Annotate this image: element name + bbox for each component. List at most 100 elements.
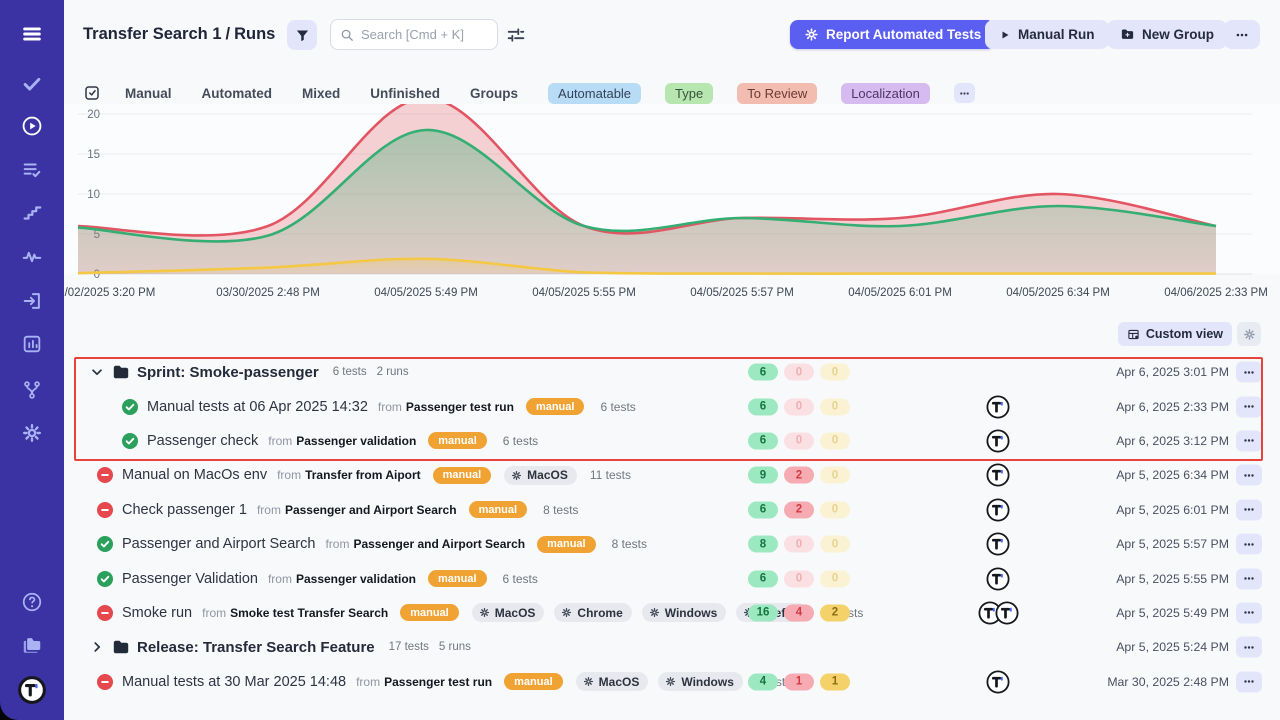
row-more-button[interactable] bbox=[1236, 637, 1262, 658]
filter-tabs-row: Manual Automated Mixed Unfinished Groups Auto… bbox=[83, 81, 975, 105]
sidebar-item-projects[interactable] bbox=[21, 634, 43, 656]
row-more-button[interactable] bbox=[1236, 671, 1262, 692]
sidebar-item-settings[interactable] bbox=[21, 422, 43, 444]
manual-badge: manual bbox=[400, 604, 459, 621]
tab-manual[interactable]: Manual bbox=[125, 86, 172, 101]
source-suite-link[interactable]: Passenger and Airport Search bbox=[285, 503, 457, 517]
run-row[interactable]: Manual tests at 06 Apr 2025 14:32fromPas… bbox=[64, 389, 1280, 423]
row-more-button[interactable] bbox=[1236, 602, 1262, 623]
sidebar-item-tests[interactable] bbox=[21, 73, 43, 95]
funnel-icon bbox=[295, 28, 310, 43]
source-suite-link[interactable]: Transfer from Aiport bbox=[305, 468, 421, 482]
env-chip-macos: MacOS bbox=[504, 466, 577, 485]
sidebar-item-pulse[interactable] bbox=[21, 246, 43, 268]
folder-icon bbox=[112, 638, 130, 656]
sidebar-item-menu[interactable] bbox=[21, 23, 43, 45]
result-counts: 600 bbox=[748, 398, 850, 415]
chevron-right-icon[interactable] bbox=[90, 640, 104, 654]
tab-automated[interactable]: Automated bbox=[202, 86, 273, 101]
run-row[interactable]: Passenger ValidationfromPassenger valida… bbox=[64, 561, 1280, 595]
more-filters-button[interactable] bbox=[954, 83, 975, 103]
env-chip-windows: Windows bbox=[642, 603, 727, 622]
folder-plus-icon bbox=[1120, 27, 1135, 42]
ellipsis-icon bbox=[1243, 401, 1255, 413]
sidebar-item-branches[interactable] bbox=[21, 379, 43, 401]
custom-view-button[interactable]: Custom view bbox=[1118, 322, 1232, 346]
sidebar-item-help[interactable] bbox=[21, 591, 43, 613]
filter-chip-localization[interactable]: Localization bbox=[841, 83, 930, 104]
source-suite-link[interactable]: Passenger test run bbox=[384, 675, 492, 689]
run-row[interactable]: Passenger checkfromPassenger validationm… bbox=[64, 424, 1280, 458]
sidebar-item-analytics[interactable] bbox=[21, 333, 43, 355]
row-more-button[interactable] bbox=[1236, 362, 1262, 383]
source-suite-link[interactable]: Passenger validation bbox=[296, 434, 416, 448]
failed-count-pill: 0 bbox=[784, 364, 814, 381]
source-suite-link[interactable]: Smoke test Transfer Search bbox=[230, 606, 388, 620]
sidebar-item-steps[interactable] bbox=[21, 202, 43, 224]
run-date: Apr 5, 2025 6:01 PM bbox=[1116, 503, 1229, 517]
search-input[interactable] bbox=[361, 27, 488, 42]
result-counts: 800 bbox=[748, 536, 850, 553]
filter-chip-type[interactable]: Type bbox=[665, 83, 713, 104]
view-settings-button[interactable] bbox=[505, 24, 527, 46]
header-more-button[interactable] bbox=[1224, 20, 1260, 49]
manual-badge: manual bbox=[469, 501, 528, 518]
list-settings-button[interactable] bbox=[1237, 322, 1261, 346]
row-lead: Sprint: Smoke-passenger6 tests2 runs bbox=[64, 363, 419, 381]
filter-button[interactable] bbox=[287, 20, 317, 50]
source-suite-link[interactable]: Passenger validation bbox=[296, 572, 416, 586]
chart-x-tick: /02/2025 3:20 PM bbox=[64, 287, 175, 299]
skipped-count-pill: 1 bbox=[820, 673, 850, 690]
manual-badge: manual bbox=[428, 432, 487, 449]
search-icon bbox=[340, 28, 354, 42]
run-row[interactable]: Smoke runfromSmoke test Transfer Searchm… bbox=[64, 596, 1280, 630]
filter-chip-automatable[interactable]: Automatable bbox=[548, 83, 641, 104]
avatar bbox=[986, 498, 1010, 522]
row-more-button[interactable] bbox=[1236, 499, 1262, 520]
sidebar-item-test-plans[interactable] bbox=[21, 159, 43, 181]
avatar bbox=[986, 670, 1010, 694]
run-row[interactable]: Check passenger 1fromPassenger and Airpo… bbox=[64, 493, 1280, 527]
tab-unfinished[interactable]: Unfinished bbox=[370, 86, 440, 101]
source-suite-link[interactable]: Passenger and Airport Search bbox=[353, 537, 525, 551]
projects-icon bbox=[21, 634, 43, 656]
chevron-down-icon[interactable] bbox=[90, 365, 104, 379]
assignee-avatars bbox=[970, 670, 1026, 694]
ellipsis-icon bbox=[1243, 435, 1255, 447]
tab-mixed[interactable]: Mixed bbox=[302, 86, 340, 101]
group-meta: 17 tests bbox=[389, 641, 429, 653]
run-date: Apr 6, 2025 3:12 PM bbox=[1116, 434, 1229, 448]
row-more-button[interactable] bbox=[1236, 396, 1262, 417]
run-row[interactable]: Passenger and Airport SearchfromPassenge… bbox=[64, 527, 1280, 561]
ellipsis-icon bbox=[1243, 469, 1255, 481]
env-chip-macos: MacOS bbox=[576, 672, 649, 691]
sidebar-item-import[interactable] bbox=[21, 290, 43, 312]
result-counts: 600 bbox=[748, 570, 850, 587]
row-more-button[interactable] bbox=[1236, 568, 1262, 589]
gear-icon bbox=[649, 607, 660, 618]
group-row[interactable]: Release: Transfer Search Feature17 tests… bbox=[64, 630, 1280, 664]
sidebar-item-runs[interactable] bbox=[21, 115, 43, 137]
gear-icon bbox=[665, 676, 676, 687]
row-more-button[interactable] bbox=[1236, 430, 1262, 451]
source-suite-link[interactable]: Passenger test run bbox=[406, 400, 514, 414]
failed-count-pill: 2 bbox=[784, 467, 814, 484]
filter-chip-to-review[interactable]: To Review bbox=[737, 83, 817, 104]
manual-run-button[interactable]: Manual Run bbox=[985, 20, 1109, 49]
breadcrumb-separator: / bbox=[222, 25, 235, 43]
new-group-button[interactable]: New Group bbox=[1107, 20, 1227, 49]
run-row[interactable]: Manual on MacOs envfromTransfer from Aip… bbox=[64, 458, 1280, 492]
tab-groups[interactable]: Groups bbox=[470, 86, 518, 101]
row-more-button[interactable] bbox=[1236, 465, 1262, 486]
tests-icon bbox=[21, 73, 43, 95]
passed-count-pill: 6 bbox=[748, 501, 778, 518]
report-automated-tests-button[interactable]: Report Automated Tests bbox=[790, 20, 995, 49]
group-row[interactable]: Sprint: Smoke-passenger6 tests2 runs600A… bbox=[64, 355, 1280, 389]
select-checkbox-icon[interactable] bbox=[83, 84, 101, 102]
custom-view-label: Custom view bbox=[1146, 327, 1223, 341]
user-avatar-logo[interactable] bbox=[18, 676, 46, 704]
run-row[interactable]: Manual tests at 30 Mar 2025 14:48fromPas… bbox=[64, 665, 1280, 699]
row-more-button[interactable] bbox=[1236, 534, 1262, 555]
status-passed-icon bbox=[122, 433, 138, 449]
breadcrumb-project[interactable]: Transfer Search 1 bbox=[83, 25, 222, 43]
